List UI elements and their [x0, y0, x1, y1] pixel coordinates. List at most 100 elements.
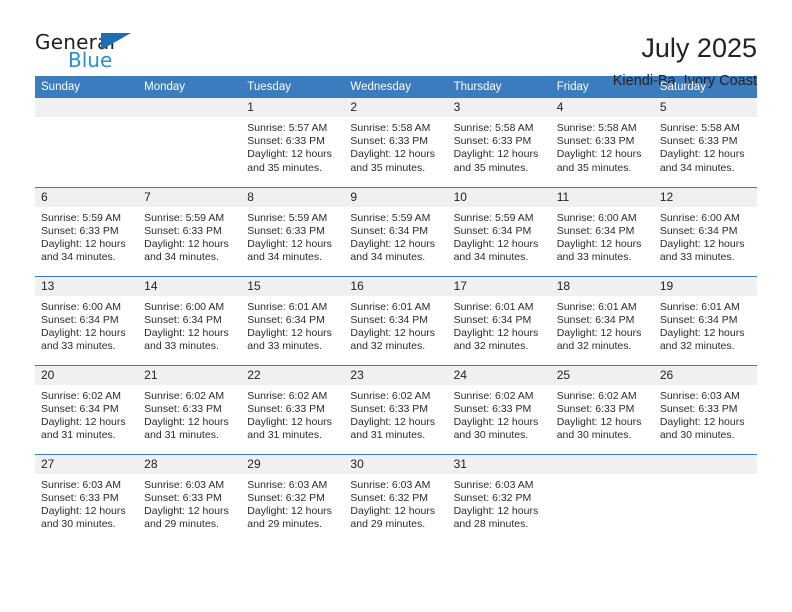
day-detail-line: and 34 minutes.: [659, 161, 735, 174]
day-detail-line: Sunrise: 5:59 AM: [247, 211, 328, 224]
calendar-day-cell[interactable]: 2 Sunrise: 5:58 AM Sunset: 6:33 PM Daylight…: [344, 98, 448, 187]
calendar-day-cell[interactable]: 24 Sunrise: 6:02 AM Sunset: 6:33 PM Dayligh…: [447, 364, 551, 454]
day-detail-line: Daylight: 12 hours: [144, 415, 229, 428]
day-detail-line: Sunrise: 6:03 AM: [144, 478, 225, 491]
calendar-day-cell[interactable]: 11 Sunrise: 6:00 AM Sunset: 6:34 PM Dayligh…: [550, 186, 654, 276]
day-detail-line: Sunset: 6:33 PM: [144, 491, 222, 504]
day-details: Sunrise: 6:01 AM Sunset: 6:34 PM Daylight:…: [551, 296, 654, 354]
day-detail-line: Sunrise: 5:59 AM: [453, 211, 534, 224]
day-detail-line: Sunset: 6:33 PM: [556, 402, 635, 415]
calendar-day-cell[interactable]: 20 Sunrise: 6:02 AM Sunset: 6:34 PM Dayligh…: [35, 364, 139, 454]
weekday-header-monday: Monday: [138, 76, 242, 98]
calendar-day-cell[interactable]: 31 Sunrise: 6:03 AM Sunset: 6:32 PM Dayligh…: [447, 453, 551, 543]
calendar-day-cell[interactable]: 16 Sunrise: 6:01 AM Sunset: 6:34 PM Dayligh…: [344, 275, 448, 365]
day-detail-line: Sunrise: 6:00 AM: [144, 300, 225, 313]
weekday-header-thursday: Thursday: [447, 76, 551, 98]
calendar-week-row: 13 Sunrise: 6:00 AM Sunset: 6:34 PM Dayligh…: [35, 275, 757, 365]
day-details: Sunrise: 6:02 AM Sunset: 6:33 PM Daylight:…: [138, 385, 241, 443]
calendar-week-row: 20 Sunrise: 6:02 AM Sunset: 6:34 PM Dayligh…: [35, 364, 757, 454]
day-detail-line: Sunset: 6:34 PM: [659, 313, 738, 326]
day-detail-line: Sunrise: 6:01 AM: [556, 300, 637, 313]
day-detail-line: and 33 minutes.: [659, 251, 735, 264]
day-detail-line: and 33 minutes.: [41, 340, 116, 353]
day-detail-line: and 28 minutes.: [453, 518, 529, 531]
day-number: 26: [653, 365, 757, 385]
day-detail-line: Daylight: 12 hours: [247, 504, 332, 517]
day-details: Sunrise: 5:59 AM Sunset: 6:34 PM Daylight:…: [448, 207, 551, 265]
day-details: Sunrise: 6:03 AM Sunset: 6:33 PM Daylight:…: [35, 474, 138, 532]
calendar-day-cell[interactable]: 15 Sunrise: 6:01 AM Sunset: 6:34 PM Dayligh…: [241, 275, 345, 365]
page-header: General Blue July 2025 Kiendi-Ba, Ivory …: [35, 0, 757, 89]
day-details: Sunrise: 5:58 AM Sunset: 6:33 PM Daylight:…: [448, 117, 551, 175]
calendar-day-cell[interactable]: 19 Sunrise: 6:01 AM Sunset: 6:34 PM Dayligh…: [653, 275, 757, 365]
day-detail-line: and 34 minutes.: [453, 251, 529, 264]
calendar-day-cell[interactable]: 12 Sunrise: 6:00 AM Sunset: 6:34 PM Dayligh…: [653, 186, 757, 276]
calendar-day-cell[interactable]: 30 Sunrise: 6:03 AM Sunset: 6:32 PM Dayligh…: [344, 453, 448, 543]
calendar-day-cell[interactable]: 8 Sunrise: 5:59 AM Sunset: 6:33 PM Daylight…: [241, 186, 345, 276]
day-detail-line: Sunset: 6:33 PM: [350, 135, 429, 148]
day-detail-line: Sunrise: 6:01 AM: [247, 300, 328, 313]
calendar-day-cell[interactable]: 22 Sunrise: 6:02 AM Sunset: 6:33 PM Dayligh…: [241, 364, 345, 454]
calendar-day-cell[interactable]: 29 Sunrise: 6:03 AM Sunset: 6:32 PM Dayligh…: [241, 453, 345, 543]
calendar-day-cell[interactable]: 5 Sunrise: 5:58 AM Sunset: 6:33 PM Daylight…: [653, 98, 757, 187]
day-detail-line: Daylight: 12 hours: [350, 415, 436, 428]
day-number: 20: [35, 365, 139, 385]
day-detail-line: Sunrise: 5:58 AM: [556, 122, 637, 134]
brand-logo[interactable]: General Blue: [35, 30, 155, 76]
calendar-day-cell[interactable]: 28 Sunrise: 6:03 AM Sunset: 6:33 PM Dayligh…: [138, 453, 242, 543]
calendar-day-cell[interactable]: 3 Sunrise: 5:58 AM Sunset: 6:33 PM Daylight…: [447, 98, 551, 187]
day-number: 9: [344, 187, 448, 207]
day-number: [138, 98, 242, 117]
day-number: 29: [241, 454, 345, 474]
calendar-day-cell[interactable]: 4 Sunrise: 5:58 AM Sunset: 6:33 PM Daylight…: [550, 98, 654, 187]
day-detail-line: Sunset: 6:33 PM: [247, 135, 325, 148]
weekday-header-sunday: Sunday: [35, 76, 139, 98]
calendar-day-cell[interactable]: 23 Sunrise: 6:02 AM Sunset: 6:33 PM Dayligh…: [344, 364, 448, 454]
day-detail-line: Daylight: 12 hours: [247, 415, 332, 428]
calendar-day-cell[interactable]: 26 Sunrise: 6:03 AM Sunset: 6:33 PM Dayligh…: [653, 364, 757, 454]
day-detail-line: Sunrise: 6:02 AM: [453, 389, 534, 402]
day-number: 13: [35, 276, 139, 296]
calendar-day-cell[interactable]: 9 Sunrise: 5:59 AM Sunset: 6:34 PM Daylight…: [344, 186, 448, 276]
calendar-day-cell[interactable]: 6 Sunrise: 5:59 AM Sunset: 6:33 PM Daylight…: [35, 186, 139, 276]
day-detail-line: Daylight: 12 hours: [556, 326, 642, 339]
day-detail-line: and 35 minutes.: [453, 161, 529, 174]
day-details: Sunrise: 6:01 AM Sunset: 6:34 PM Daylight:…: [241, 296, 344, 354]
calendar-day-cell[interactable]: 18 Sunrise: 6:01 AM Sunset: 6:34 PM Dayligh…: [550, 275, 654, 365]
day-number: 16: [344, 276, 448, 296]
day-details: Sunrise: 6:02 AM Sunset: 6:33 PM Daylight:…: [551, 385, 654, 443]
calendar-day-cell[interactable]: 7 Sunrise: 5:59 AM Sunset: 6:33 PM Daylight…: [138, 186, 242, 276]
calendar-day-cell[interactable]: 10 Sunrise: 5:59 AM Sunset: 6:34 PM Dayligh…: [447, 186, 551, 276]
day-number: 19: [653, 276, 757, 296]
day-detail-line: Sunset: 6:33 PM: [247, 402, 325, 415]
day-number: 14: [138, 276, 242, 296]
day-detail-line: Sunrise: 6:01 AM: [350, 300, 431, 313]
day-detail-line: Daylight: 12 hours: [41, 415, 126, 428]
day-detail-line: Daylight: 12 hours: [144, 326, 229, 339]
day-detail-line: Sunset: 6:32 PM: [247, 491, 325, 504]
day-details: Sunrise: 6:01 AM Sunset: 6:34 PM Daylight:…: [344, 296, 447, 354]
day-detail-line: and 34 minutes.: [350, 251, 426, 264]
day-detail-line: Sunrise: 6:02 AM: [144, 389, 225, 402]
calendar-day-cell[interactable]: 13 Sunrise: 6:00 AM Sunset: 6:34 PM Dayligh…: [35, 275, 139, 365]
day-detail-line: Sunrise: 5:57 AM: [247, 122, 328, 134]
day-detail-line: Daylight: 12 hours: [453, 326, 539, 339]
day-number: 27: [35, 454, 139, 474]
brand-name-blue: Blue: [68, 48, 113, 72]
day-detail-line: Sunset: 6:34 PM: [41, 402, 119, 415]
day-number: [35, 98, 139, 117]
day-number: 22: [241, 365, 345, 385]
calendar-day-cell[interactable]: 14 Sunrise: 6:00 AM Sunset: 6:34 PM Dayligh…: [138, 275, 242, 365]
day-detail-line: Sunset: 6:32 PM: [453, 491, 532, 504]
day-detail-line: and 31 minutes.: [144, 429, 219, 442]
calendar-week-row: 1 Sunrise: 5:57 AM Sunset: 6:33 PM Daylight…: [35, 98, 757, 187]
calendar-day-cell[interactable]: 1 Sunrise: 5:57 AM Sunset: 6:33 PM Daylight…: [241, 98, 345, 187]
day-number: [653, 454, 757, 474]
calendar-day-cell[interactable]: 25 Sunrise: 6:02 AM Sunset: 6:33 PM Dayligh…: [550, 364, 654, 454]
calendar-day-cell-empty: [35, 98, 139, 187]
calendar-day-cell[interactable]: 27 Sunrise: 6:03 AM Sunset: 6:33 PM Dayligh…: [35, 453, 139, 543]
day-detail-line: Sunrise: 6:02 AM: [350, 389, 431, 402]
calendar-day-cell[interactable]: 21 Sunrise: 6:02 AM Sunset: 6:33 PM Dayligh…: [138, 364, 242, 454]
calendar-day-cell[interactable]: 17 Sunrise: 6:01 AM Sunset: 6:34 PM Dayligh…: [447, 275, 551, 365]
day-detail-line: Sunrise: 6:03 AM: [453, 478, 534, 491]
